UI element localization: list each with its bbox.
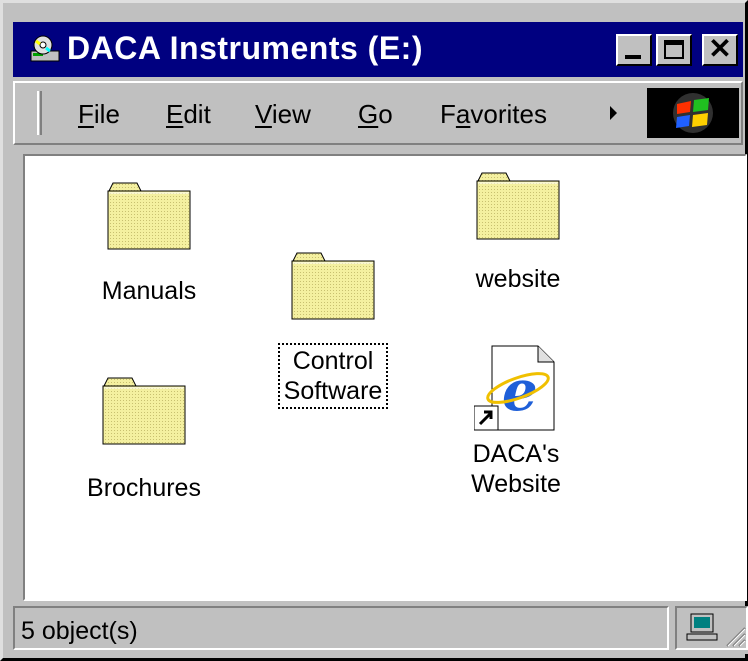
drive-cd-icon bbox=[29, 35, 63, 65]
folder-item-control-software[interactable]: Control Software bbox=[263, 251, 403, 409]
explorer-window: DACA Instruments (E:) ✕ File Edit View G… bbox=[0, 0, 748, 661]
maximize-button[interactable] bbox=[656, 34, 692, 66]
minimize-button[interactable] bbox=[616, 34, 652, 66]
minimize-icon bbox=[625, 55, 641, 59]
menu-favorites[interactable]: Favorites bbox=[440, 99, 547, 129]
item-label: Brochures bbox=[87, 474, 201, 502]
maximize-icon bbox=[664, 40, 684, 59]
window-title: DACA Instruments (E:) bbox=[67, 30, 423, 66]
folder-view[interactable]: Manuals Control Software website Brochur… bbox=[23, 154, 747, 601]
windows-logo-throbber bbox=[647, 88, 739, 138]
windows-logo-icon bbox=[673, 93, 713, 133]
shortcut-item-daca-website[interactable]: e DACA's Website bbox=[446, 344, 586, 500]
item-label: DACA's Website bbox=[471, 440, 561, 498]
item-label: Manuals bbox=[101, 277, 197, 305]
title-bar[interactable]: DACA Instruments (E:) ✕ bbox=[13, 22, 743, 77]
menu-file[interactable]: File bbox=[78, 99, 120, 129]
toolbar-grip[interactable] bbox=[37, 91, 42, 135]
menu-overflow-chevron-icon[interactable] bbox=[610, 106, 617, 120]
item-label: website bbox=[475, 265, 561, 293]
item-label-selected: Control Software bbox=[277, 343, 389, 409]
folder-item-manuals[interactable]: Manuals bbox=[77, 181, 221, 307]
status-pane-zone bbox=[675, 606, 748, 650]
folder-icon bbox=[102, 376, 186, 446]
menu-view[interactable]: View bbox=[255, 99, 311, 129]
computer-zone-icon bbox=[686, 613, 746, 647]
status-bar: 5 object(s) bbox=[13, 606, 748, 654]
folder-item-website[interactable]: website bbox=[448, 171, 588, 295]
folder-icon bbox=[107, 181, 191, 251]
close-icon: ✕ bbox=[708, 33, 732, 64]
folder-item-brochures[interactable]: Brochures bbox=[69, 376, 219, 504]
folder-icon bbox=[476, 171, 560, 241]
svg-text:e: e bbox=[502, 358, 538, 424]
folder-icon bbox=[291, 251, 375, 321]
internet-shortcut-icon: e bbox=[473, 344, 558, 432]
status-pane-objects: 5 object(s) bbox=[13, 606, 669, 650]
status-text: 5 object(s) bbox=[21, 617, 138, 645]
menu-edit[interactable]: Edit bbox=[166, 99, 211, 129]
close-button[interactable]: ✕ bbox=[702, 34, 738, 66]
menu-bar: File Edit View Go Favorites bbox=[13, 81, 743, 145]
menu-go[interactable]: Go bbox=[358, 99, 393, 129]
